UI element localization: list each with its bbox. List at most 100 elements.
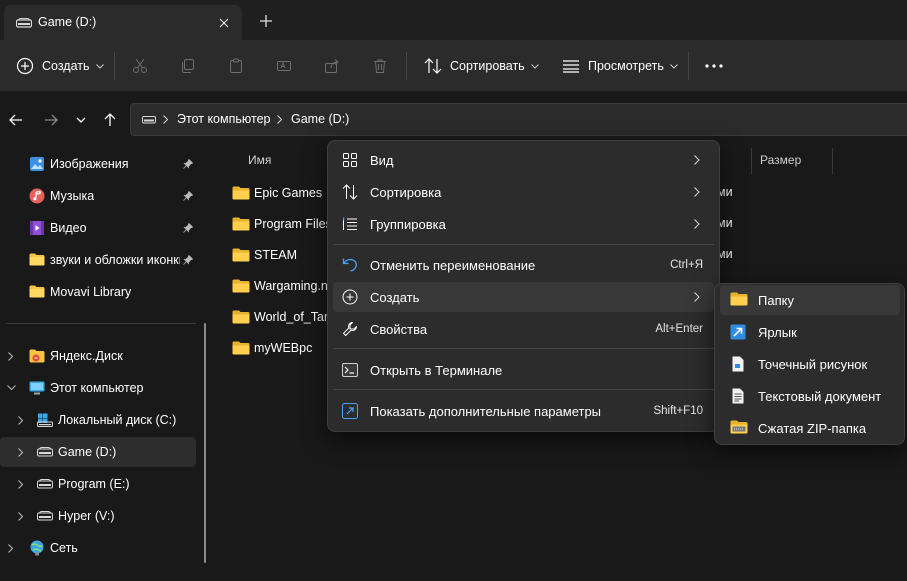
more-options-icon: [342, 403, 358, 419]
file-row[interactable]: myWEBpc: [232, 333, 312, 363]
chevron-right-icon[interactable]: [18, 448, 23, 457]
sidebar-item-local-disk-c[interactable]: Локальный диск (C:): [0, 405, 196, 435]
sidebar-item-game-d[interactable]: Game (D:): [0, 437, 196, 467]
menu-item-show-more-options[interactable]: Показать дополнительные параметры Shift+…: [333, 396, 714, 426]
breadcrumb-game-d[interactable]: Game (D:): [291, 112, 349, 126]
forward-arrow-icon[interactable]: [38, 107, 64, 133]
sidebar-item-label: Локальный диск (C:): [58, 413, 177, 427]
chevron-down-icon[interactable]: [7, 385, 16, 390]
sidebar-item-yandex-disk[interactable]: Яндекс.Диск: [0, 341, 196, 371]
sidebar-item-program-e[interactable]: Program (E:): [0, 469, 196, 499]
video-icon: [29, 220, 45, 236]
sidebar-item-music[interactable]: Музыка: [0, 181, 196, 211]
sidebar-item-network[interactable]: Сеть: [0, 533, 196, 563]
divider: [6, 323, 196, 324]
folder-icon: [232, 217, 250, 231]
view-button[interactable]: Просмотреть: [556, 50, 684, 82]
sidebar-item-label: Яндекс.Диск: [50, 349, 123, 363]
shortcut-text: Alt+Enter: [655, 323, 703, 335]
tab-game-d[interactable]: Game (D:): [4, 5, 242, 40]
submenu-item-zip-folder[interactable]: Сжатая ZIP-папка: [720, 413, 900, 443]
close-icon[interactable]: [213, 12, 235, 34]
cut-icon[interactable]: [124, 50, 156, 82]
submenu-item-text-document[interactable]: Текстовый документ: [720, 381, 900, 411]
recent-chevron-down-icon[interactable]: [68, 107, 94, 133]
chevron-right-icon[interactable]: [18, 480, 23, 489]
file-name: Program Files: [254, 217, 332, 231]
submenu-item-shortcut[interactable]: Ярлык: [720, 317, 900, 347]
file-row[interactable]: Epic Games: [232, 178, 322, 208]
folder-icon: [29, 253, 45, 266]
back-arrow-icon[interactable]: [3, 107, 29, 133]
file-name: STEAM: [254, 248, 298, 262]
drive-icon: [37, 447, 53, 457]
paste-icon[interactable]: [220, 50, 252, 82]
new-tab-plus-icon[interactable]: [255, 10, 277, 32]
chevron-right-icon[interactable]: [8, 544, 13, 553]
more-icon[interactable]: [698, 50, 730, 82]
sort-icon: [342, 184, 358, 200]
sidebar-item-label: звуки и обложки иконки: [50, 253, 180, 267]
sidebar-item-pictures[interactable]: Изображения: [0, 149, 196, 179]
menu-item-new[interactable]: Создать: [333, 282, 714, 312]
up-arrow-icon[interactable]: [97, 107, 123, 133]
sort-button[interactable]: Сортировать: [418, 50, 545, 82]
sidebar-scrollbar[interactable]: [204, 323, 206, 563]
yandex-disk-icon: [29, 349, 45, 363]
copy-icon[interactable]: [172, 50, 204, 82]
submenu-item-bitmap[interactable]: Точечный рисунок: [720, 349, 900, 379]
create-button[interactable]: Создать: [10, 50, 110, 82]
sidebar-item-video[interactable]: Видео: [0, 213, 196, 243]
sidebar-item-label: Музыка: [50, 189, 95, 203]
view-grid-icon: [342, 152, 358, 168]
pin-icon[interactable]: [183, 159, 193, 169]
sidebar-item-movavi-library[interactable]: Movavi Library: [0, 277, 196, 307]
menu-item-label: Сортировка: [370, 184, 442, 200]
chevron-right-icon[interactable]: [18, 512, 23, 521]
create-label: Создать: [42, 59, 90, 73]
menu-item-group[interactable]: Группировка: [333, 209, 714, 239]
menu-item-properties[interactable]: Свойства Alt+Enter: [333, 314, 714, 344]
network-icon: [29, 540, 45, 556]
navigation-pane: Изображения Музыка Видео звуки и обложки…: [0, 148, 216, 581]
submenu-item-folder[interactable]: Папку: [720, 285, 900, 315]
folder-icon: [730, 292, 748, 308]
file-row[interactable]: STEAM: [232, 240, 297, 270]
chevron-right-icon[interactable]: [8, 352, 13, 361]
folder-icon: [29, 285, 45, 298]
file-row[interactable]: Wargaming.net: [232, 271, 338, 301]
menu-item-sort[interactable]: Сортировка: [333, 177, 714, 207]
chevron-right-icon[interactable]: [18, 416, 23, 425]
submenu-item-label: Текстовый документ: [758, 388, 882, 404]
chevron-down-icon: [530, 63, 539, 69]
zip-folder-icon: [730, 420, 748, 436]
pin-icon[interactable]: [183, 255, 193, 265]
chevron-right-icon: [694, 155, 700, 165]
address-bar[interactable]: Этот компьютер Game (D:): [130, 103, 907, 136]
share-icon[interactable]: [316, 50, 348, 82]
tab-title: Game (D:): [38, 15, 97, 29]
sidebar-item-label: Сеть: [50, 541, 78, 555]
file-row[interactable]: Program Files: [232, 209, 332, 239]
sidebar-item-hyper-v[interactable]: Hyper (V:): [0, 501, 196, 531]
menu-item-view[interactable]: Вид: [333, 145, 714, 175]
sidebar-item-label: Movavi Library: [50, 285, 132, 299]
column-header-size[interactable]: Размер: [760, 153, 801, 167]
pin-icon[interactable]: [183, 191, 193, 201]
breadcrumb-this-pc[interactable]: Этот компьютер: [177, 112, 270, 126]
column-header-name[interactable]: Имя: [248, 153, 271, 167]
sidebar-item-label: Hyper (V:): [58, 509, 115, 523]
column-divider[interactable]: [751, 148, 752, 174]
menu-item-label: Отменить переименование: [370, 257, 536, 273]
pin-icon[interactable]: [183, 223, 193, 233]
rename-icon[interactable]: [268, 50, 300, 82]
menu-item-undo-rename[interactable]: Отменить переименование Ctrl+Я: [333, 250, 714, 280]
sort-icon: [424, 58, 442, 74]
breadcrumb-chevron-icon: [277, 115, 282, 124]
column-divider[interactable]: [832, 148, 833, 174]
menu-item-open-terminal[interactable]: Открыть в Терминале: [333, 355, 714, 385]
delete-icon[interactable]: [364, 50, 396, 82]
chevron-right-icon: [694, 292, 700, 302]
sidebar-item-sounds-covers[interactable]: звуки и обложки иконки: [0, 245, 196, 275]
sidebar-item-this-pc[interactable]: Этот компьютер: [0, 373, 196, 403]
